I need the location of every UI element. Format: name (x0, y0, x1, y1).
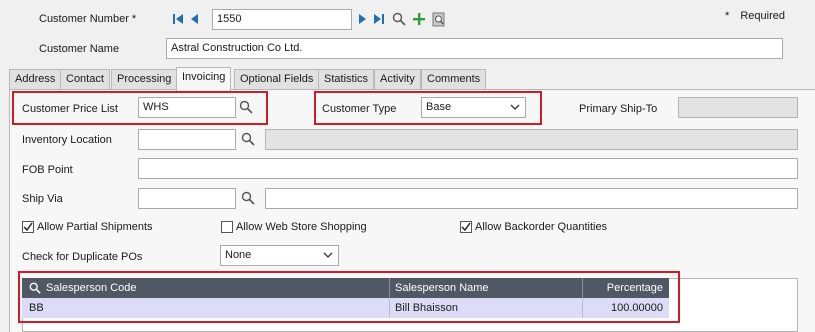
allow-partial-shipments-checkbox[interactable] (22, 221, 34, 233)
tab-invoicing[interactable]: Invoicing (176, 67, 232, 91)
previous-record-icon[interactable] (187, 11, 201, 27)
tab-optional-fields[interactable]: Optional Fields (234, 69, 320, 89)
allow-partial-shipments[interactable]: Allow Partial Shipments (22, 221, 153, 233)
price-list-highlight (12, 91, 268, 125)
chevron-down-icon (323, 250, 333, 265)
record-nav-first-prev (171, 11, 201, 27)
allow-backorder-label: Allow Backorder Quantities (475, 221, 608, 233)
tab-statistics[interactable]: Statistics (318, 69, 375, 89)
inventory-location-finder-icon[interactable] (241, 132, 255, 149)
zoom-document-icon[interactable] (432, 11, 446, 27)
customer-type-highlight (314, 91, 542, 125)
record-nav-next-last (356, 11, 446, 27)
primary-ship-to-label: Primary Ship-To (579, 103, 658, 115)
first-record-icon[interactable] (171, 11, 185, 27)
allow-backorder-quantities[interactable]: Allow Backorder Quantities (460, 221, 607, 233)
allow-web-store-shopping[interactable]: Allow Web Store Shopping (221, 221, 367, 233)
tab-contact[interactable]: Contact (60, 69, 110, 89)
inventory-location-label: Inventory Location (22, 134, 112, 146)
tab-processing[interactable]: Processing (111, 69, 178, 89)
inventory-location-description (265, 129, 798, 150)
customer-name-label: Customer Name (39, 43, 120, 55)
allow-web-store-checkbox[interactable] (221, 221, 233, 233)
tab-invoicing-label: Invoicing (182, 71, 226, 83)
ship-via-input[interactable] (138, 188, 236, 209)
required-legend: * Required (725, 10, 785, 22)
required-text: Required (740, 10, 785, 22)
tab-optional-fields-label: Optional Fields (240, 73, 314, 85)
inventory-location-input[interactable] (138, 129, 236, 150)
tab-statistics-label: Statistics (324, 73, 369, 85)
customer-number-label: Customer Number * (39, 13, 137, 25)
check-duplicate-pos-label: Check for Duplicate POs (22, 251, 143, 263)
tab-address[interactable]: Address (9, 69, 62, 89)
allow-partial-shipments-label: Allow Partial Shipments (37, 221, 153, 233)
tab-activity[interactable]: Activity (374, 69, 421, 89)
tab-comments[interactable]: Comments (421, 69, 487, 89)
fob-point-label: FOB Point (22, 164, 73, 176)
tab-processing-label: Processing (117, 73, 172, 85)
ship-via-finder-icon[interactable] (241, 191, 255, 208)
check-duplicate-pos-select[interactable]: None (220, 245, 339, 266)
customer-number-input[interactable]: 1550 (212, 9, 352, 30)
allow-web-store-label: Allow Web Store Shopping (236, 221, 367, 233)
next-record-icon[interactable] (356, 11, 370, 27)
search-icon[interactable] (392, 11, 406, 27)
tab-contact-label: Contact (66, 73, 104, 85)
fob-point-input[interactable] (138, 158, 798, 179)
tab-comments-label: Comments (427, 73, 481, 85)
required-marker: * (725, 10, 730, 22)
customer-name-input[interactable]: Astral Construction Co Ltd. (166, 38, 783, 59)
ship-via-description[interactable] (265, 188, 798, 209)
allow-backorder-checkbox[interactable] (460, 221, 472, 233)
check-duplicate-pos-value: None (225, 249, 252, 261)
ship-via-label: Ship Via (22, 193, 63, 205)
tab-address-label: Address (15, 73, 56, 85)
primary-ship-to-input (678, 97, 798, 118)
add-icon[interactable] (412, 11, 426, 27)
tab-activity-label: Activity (380, 73, 415, 85)
last-record-icon[interactable] (372, 11, 386, 27)
salesperson-grid-highlight (18, 271, 680, 323)
